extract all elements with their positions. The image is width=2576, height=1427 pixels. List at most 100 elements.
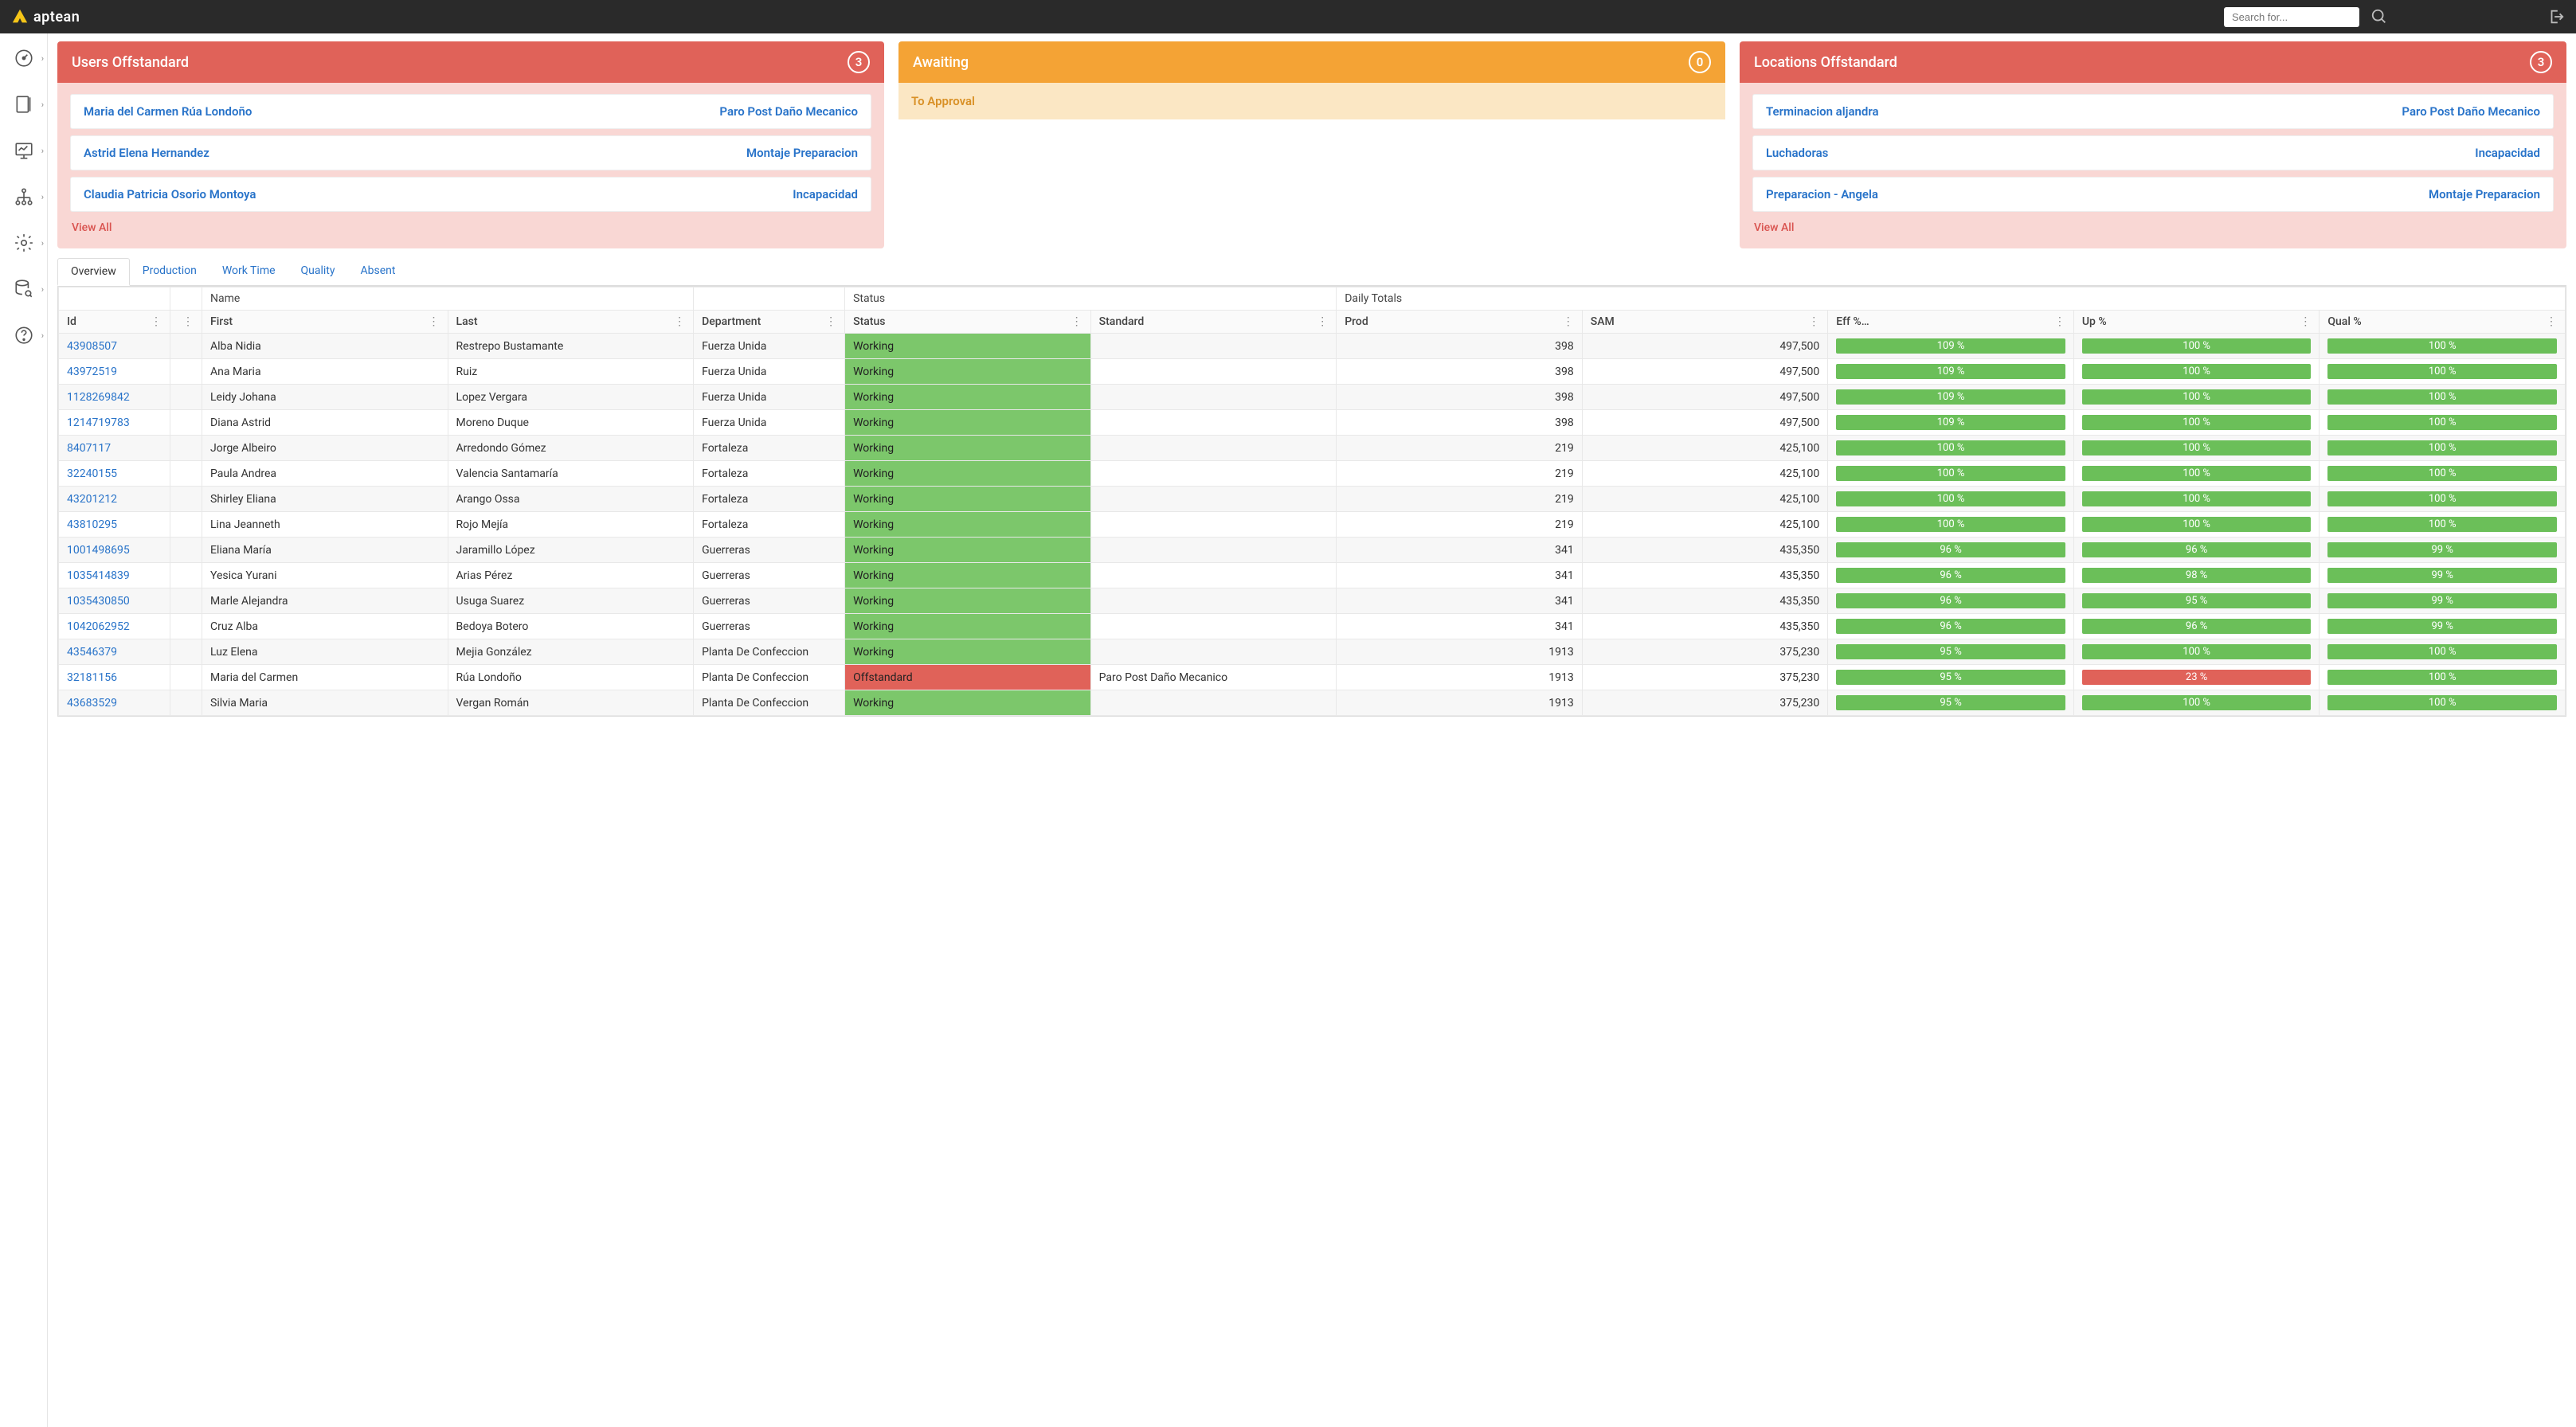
col-header-qual[interactable]: Qual %⋮: [2320, 311, 2566, 334]
cell-id[interactable]: 43810295: [59, 512, 170, 538]
logout-icon[interactable]: [2547, 8, 2565, 25]
kebab-icon[interactable]: ⋮: [151, 315, 162, 328]
location-name-link[interactable]: Preparacion - Angela: [1766, 187, 1878, 201]
kebab-icon[interactable]: ⋮: [1071, 315, 1082, 328]
table-row[interactable]: 43683529Silvia MariaVergan RománPlanta D…: [59, 690, 2566, 716]
kebab-icon[interactable]: ⋮: [674, 315, 685, 328]
col-header-blank[interactable]: ⋮: [170, 311, 202, 334]
card-row[interactable]: Maria del Carmen Rúa Londoño Paro Post D…: [70, 94, 871, 129]
table-row[interactable]: 43972519Ana MariaRuizFuerza UnidaWorking…: [59, 359, 2566, 385]
col-header-eff[interactable]: Eff %…⋮: [1828, 311, 2074, 334]
sidebar-item-org[interactable]: ›: [0, 182, 47, 212]
kebab-icon[interactable]: ⋮: [182, 315, 194, 328]
col-header-last[interactable]: Last⋮: [448, 311, 694, 334]
kebab-icon[interactable]: ⋮: [1563, 315, 1574, 328]
card-row[interactable]: Preparacion - Angela Montaje Preparacion: [1752, 177, 2554, 212]
col-header-prod[interactable]: Prod⋮: [1337, 311, 1583, 334]
card-row[interactable]: Astrid Elena Hernandez Montaje Preparaci…: [70, 135, 871, 170]
user-name-link[interactable]: Claudia Patricia Osorio Montoya: [84, 187, 256, 201]
cell-sam: 497,500: [1582, 334, 1828, 359]
user-name-link[interactable]: Maria del Carmen Rúa Londoño: [84, 104, 252, 119]
table-row[interactable]: 32181156Maria del CarmenRúa LondoñoPlant…: [59, 665, 2566, 690]
table-row[interactable]: 43810295Lina JeannethRojo MejíaFortaleza…: [59, 512, 2566, 538]
cell-id[interactable]: 32181156: [59, 665, 170, 690]
reason-link[interactable]: Incapacidad: [793, 187, 858, 201]
table-row[interactable]: 1042062952Cruz AlbaBedoya BoteroGuerrera…: [59, 614, 2566, 639]
table-row[interactable]: 1035414839Yesica YuraniArias PérezGuerre…: [59, 563, 2566, 588]
col-header-status[interactable]: Status⋮: [845, 311, 1091, 334]
cell-eff: 96 %: [1828, 614, 2074, 639]
table-row[interactable]: 32240155Paula AndreaValencia SantamaríaF…: [59, 461, 2566, 487]
cell-id[interactable]: 8407117: [59, 436, 170, 461]
table-row[interactable]: 8407117Jorge AlbeiroArredondo GómezForta…: [59, 436, 2566, 461]
sidebar-item-database[interactable]: ›: [0, 274, 47, 304]
reason-link[interactable]: Paro Post Daño Mecanico: [719, 104, 858, 119]
search-icon[interactable]: [2370, 8, 2388, 25]
kebab-icon[interactable]: ⋮: [825, 315, 836, 328]
table-row[interactable]: 43908507Alba NidiaRestrepo BustamanteFue…: [59, 334, 2566, 359]
reason-link[interactable]: Montaje Preparacion: [746, 146, 858, 160]
card-row[interactable]: Terminacion aljandra Paro Post Daño Meca…: [1752, 94, 2554, 129]
kebab-icon[interactable]: ⋮: [429, 315, 440, 328]
group-header-blank: [694, 287, 845, 311]
reason-link[interactable]: Paro Post Daño Mecanico: [2402, 104, 2540, 119]
view-all-link[interactable]: View All: [70, 218, 871, 237]
sidebar-item-help[interactable]: ›: [0, 320, 47, 350]
sidebar-item-settings[interactable]: ›: [0, 228, 47, 258]
tab-quality[interactable]: Quality: [288, 258, 348, 285]
table-row[interactable]: 43201212Shirley ElianaArango OssaFortale…: [59, 487, 2566, 512]
card-row[interactable]: Claudia Patricia Osorio Montoya Incapaci…: [70, 177, 871, 212]
cell-first: Paula Andrea: [202, 461, 448, 487]
reason-link[interactable]: Incapacidad: [2475, 146, 2540, 160]
view-all-link[interactable]: View All: [1752, 218, 2554, 237]
cell-up: 100 %: [2073, 639, 2320, 665]
cell-id[interactable]: 1035430850: [59, 588, 170, 614]
cell-qual: 100 %: [2320, 665, 2566, 690]
cell-id[interactable]: 43201212: [59, 487, 170, 512]
kebab-icon[interactable]: ⋮: [2054, 315, 2065, 328]
cell-status: Working: [845, 385, 1091, 410]
user-name-link[interactable]: Astrid Elena Hernandez: [84, 146, 209, 160]
to-approval-link[interactable]: To Approval: [911, 94, 975, 108]
table-row[interactable]: 43546379Luz ElenaMejia GonzálezPlanta De…: [59, 639, 2566, 665]
kebab-icon[interactable]: ⋮: [2546, 315, 2557, 328]
cell-dept: Fortaleza: [694, 512, 845, 538]
sidebar-item-dashboard[interactable]: ›: [0, 43, 47, 73]
kebab-icon[interactable]: ⋮: [1317, 315, 1328, 328]
tab-work-time[interactable]: Work Time: [209, 258, 288, 285]
col-header-up[interactable]: Up %⋮: [2073, 311, 2320, 334]
col-header-standard[interactable]: Standard⋮: [1090, 311, 1337, 334]
sidebar-item-monitor[interactable]: ›: [0, 135, 47, 166]
cell-id[interactable]: 43972519: [59, 359, 170, 385]
kebab-icon[interactable]: ⋮: [1808, 315, 1819, 328]
cell-id[interactable]: 1035414839: [59, 563, 170, 588]
cell-id[interactable]: 1128269842: [59, 385, 170, 410]
col-header-sam[interactable]: SAM⋮: [1582, 311, 1828, 334]
cell-id[interactable]: 1042062952: [59, 614, 170, 639]
cell-id[interactable]: 1214719783: [59, 410, 170, 436]
tab-production[interactable]: Production: [130, 258, 209, 285]
location-name-link[interactable]: Luchadoras: [1766, 146, 1828, 160]
cell-id[interactable]: 32240155: [59, 461, 170, 487]
tab-absent[interactable]: Absent: [348, 258, 409, 285]
tab-overview[interactable]: Overview: [57, 258, 130, 286]
table-row[interactable]: 1214719783Diana AstridMoreno DuqueFuerza…: [59, 410, 2566, 436]
card-row[interactable]: Luchadoras Incapacidad: [1752, 135, 2554, 170]
cell-id[interactable]: 43683529: [59, 690, 170, 716]
table-row[interactable]: 1128269842Leidy JohanaLopez VergaraFuerz…: [59, 385, 2566, 410]
table-row[interactable]: 1035430850Marle AlejandraUsuga SuarezGue…: [59, 588, 2566, 614]
logo[interactable]: aptean: [11, 8, 80, 25]
cell-id[interactable]: 43908507: [59, 334, 170, 359]
table-row[interactable]: 1001498695Eliana MaríaJaramillo LópezGue…: [59, 538, 2566, 563]
search-input[interactable]: [2224, 7, 2359, 27]
reason-link[interactable]: Montaje Preparacion: [2429, 187, 2540, 201]
location-name-link[interactable]: Terminacion aljandra: [1766, 104, 1879, 119]
sidebar-item-docs[interactable]: ›: [0, 89, 47, 119]
col-header-first[interactable]: First⋮: [202, 311, 448, 334]
kebab-icon[interactable]: ⋮: [2300, 315, 2311, 328]
cell-id[interactable]: 1001498695: [59, 538, 170, 563]
cell-status: Working: [845, 410, 1091, 436]
col-header-dept[interactable]: Department⋮: [694, 311, 845, 334]
cell-id[interactable]: 43546379: [59, 639, 170, 665]
col-header-id[interactable]: Id⋮: [59, 311, 170, 334]
